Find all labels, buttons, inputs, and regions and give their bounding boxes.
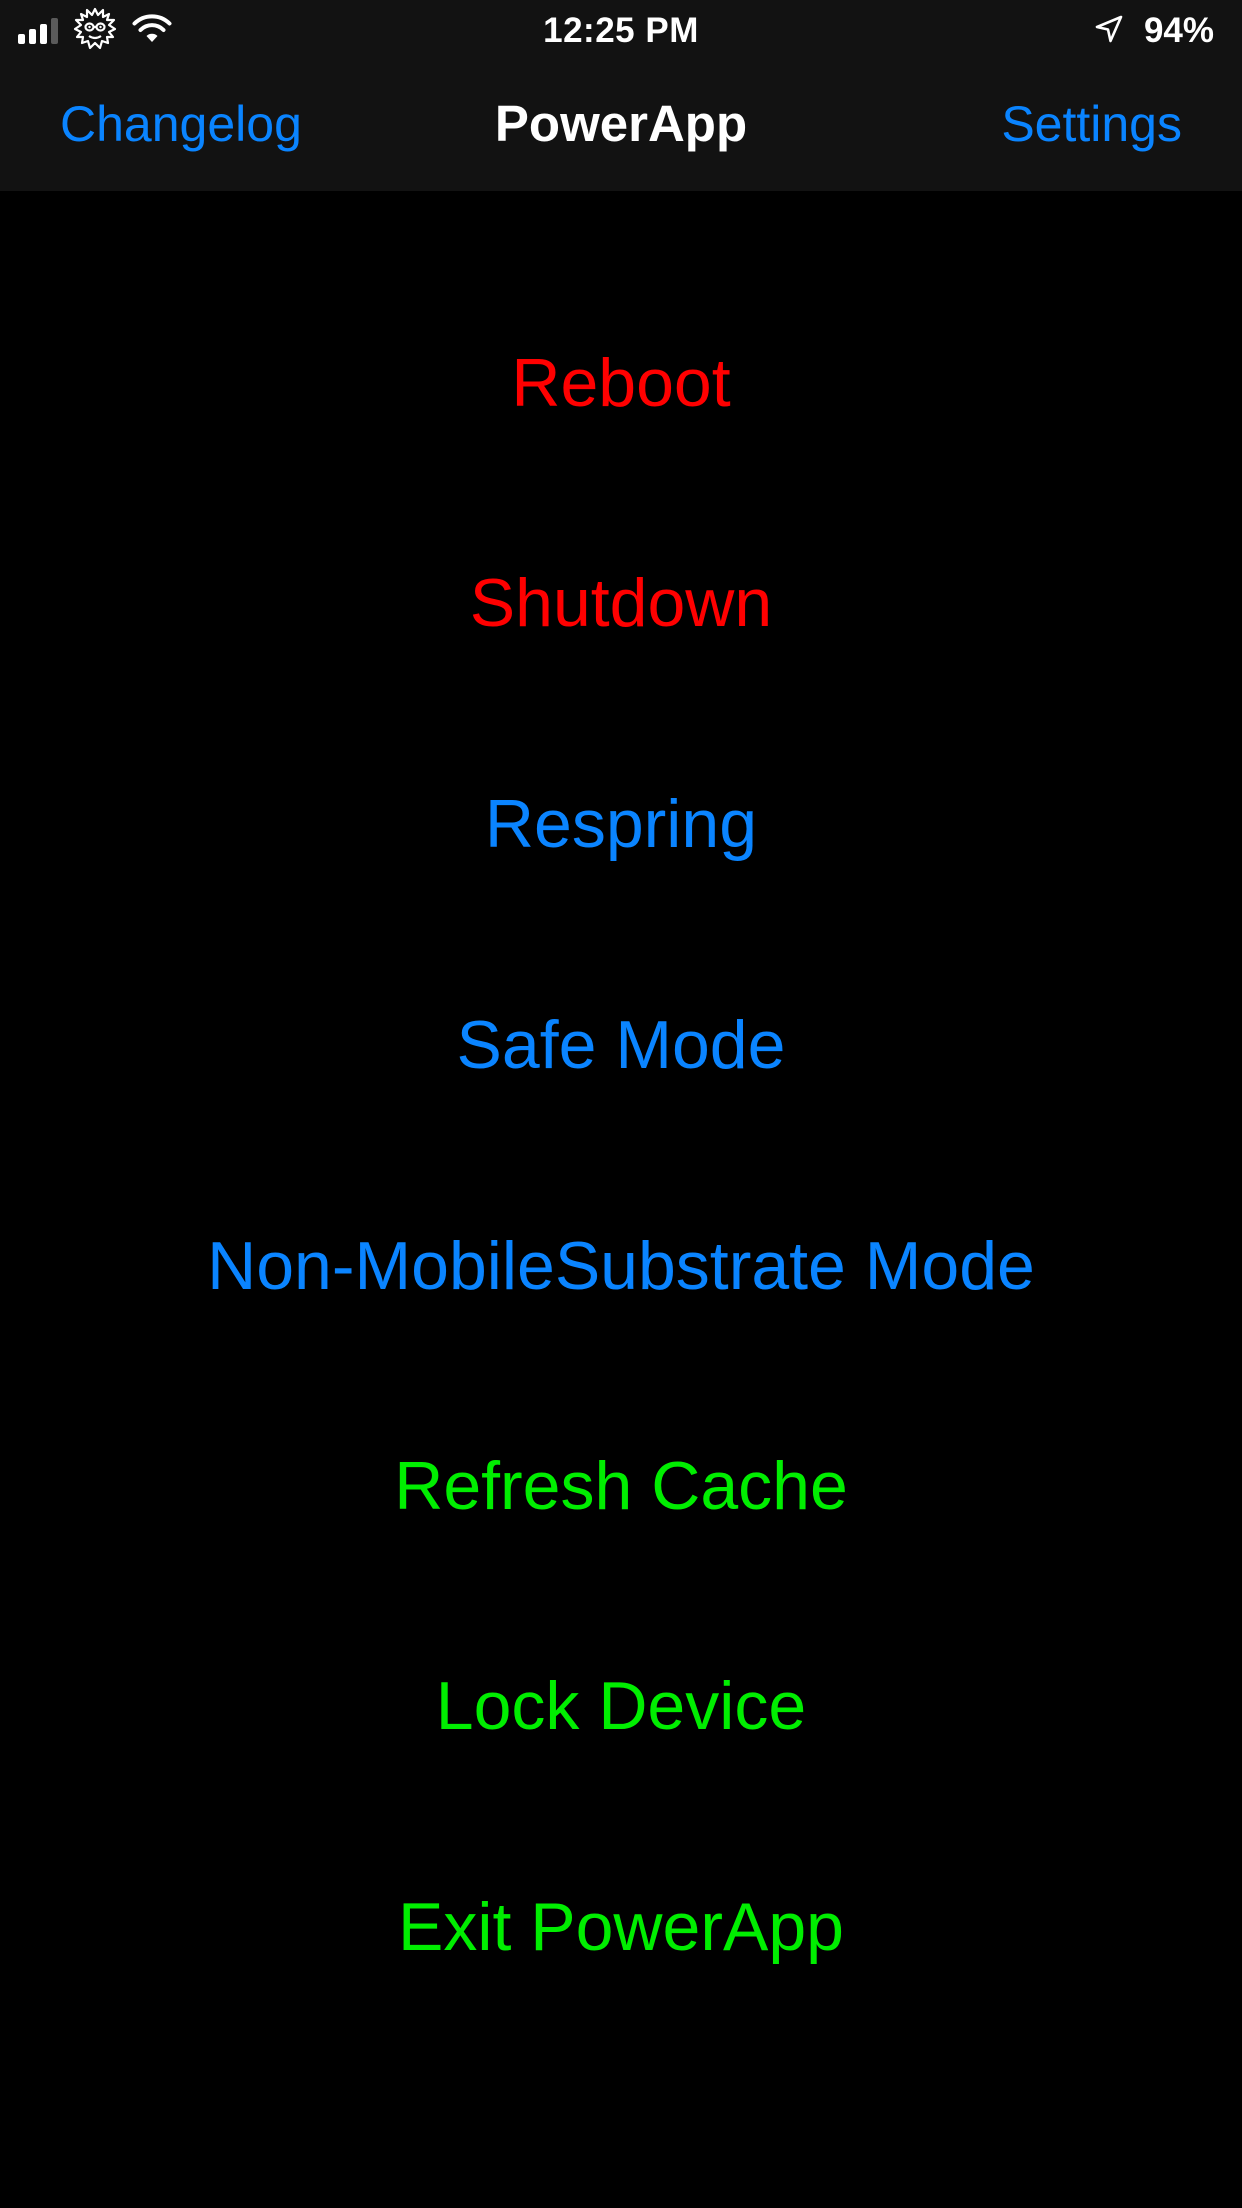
exit-powerapp-button[interactable]: Exit PowerApp: [0, 1862, 1242, 1992]
status-right-group: 94%: [1094, 8, 1214, 54]
settings-button[interactable]: Settings: [1001, 92, 1182, 156]
status-time: 12:25 PM: [543, 11, 699, 50]
shutdown-button[interactable]: Shutdown: [0, 538, 1242, 668]
status-bar: 12:25 PM 94%: [0, 0, 1242, 62]
non-mobilesubstrate-mode-button[interactable]: Non-MobileSubstrate Mode: [0, 1201, 1242, 1331]
lock-device-button[interactable]: Lock Device: [0, 1641, 1242, 1771]
location-arrow-icon: [1094, 14, 1124, 49]
respring-button[interactable]: Respring: [0, 759, 1242, 889]
top-bar: 12:25 PM 94% Changelog PowerApp Settings: [0, 0, 1242, 191]
reboot-button[interactable]: Reboot: [0, 318, 1242, 448]
navigation-bar: Changelog PowerApp Settings: [0, 62, 1242, 191]
refresh-cache-button[interactable]: Refresh Cache: [0, 1421, 1242, 1551]
safe-mode-button[interactable]: Safe Mode: [0, 980, 1242, 1110]
battery-percentage: 94%: [1143, 11, 1214, 50]
